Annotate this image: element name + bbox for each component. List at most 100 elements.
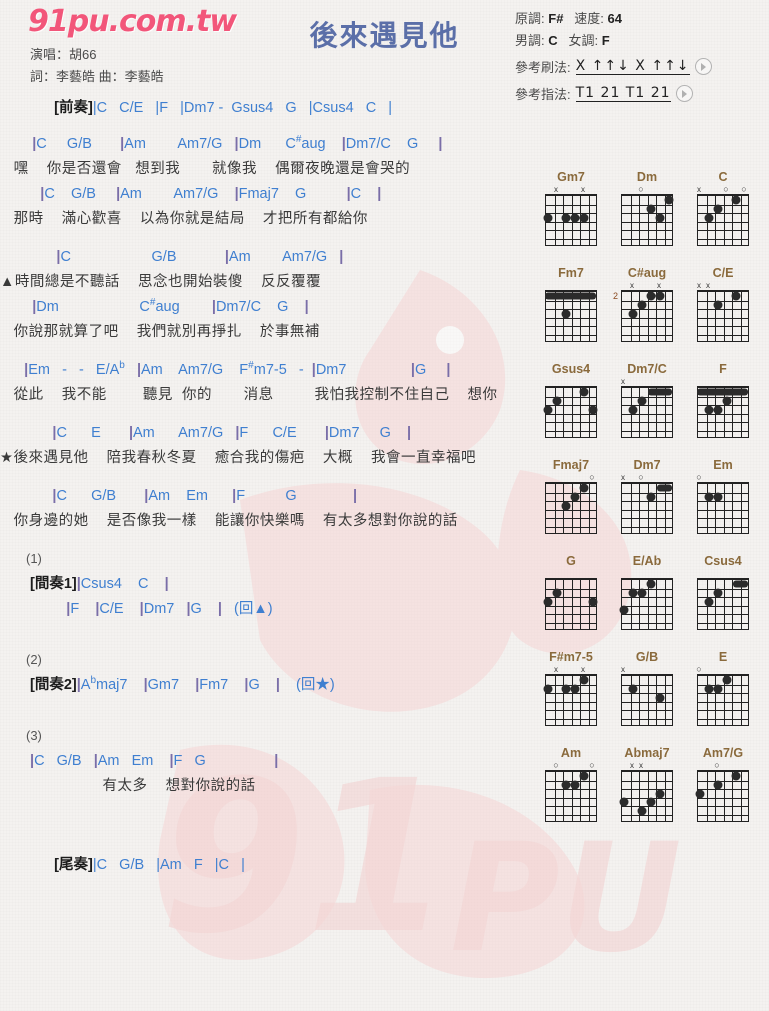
fret-grid <box>621 386 673 438</box>
chord-name: Gm7 <box>557 170 585 184</box>
chord-diagram-fmaj7[interactable]: Fmaj7 ○ <box>536 458 606 535</box>
fret-grid: 2 <box>613 290 673 342</box>
fretboard-diagram: x <box>618 665 676 727</box>
chord-diagram-csus4[interactable]: Csus4 <box>688 554 758 631</box>
strum-pattern-row: 參考刷法: X ↑↑↓ X ↑↑↓ <box>515 57 755 76</box>
female-key-label: 女調: <box>568 33 599 48</box>
lyric-line: ★後來遇見他 陪我春秋冬夏 癒合我的傷疤 大概 我會一直幸福吧 <box>0 450 476 466</box>
chord-diagram-fm7[interactable]: Fm7 <box>536 266 606 343</box>
chord-line: |Em - - E/Ab |Am Am7/G F#m7-5 - |Dm7 |G … <box>24 360 451 378</box>
finger-dot <box>561 309 571 318</box>
chord-diagram-gsus4[interactable]: Gsus4 <box>536 362 606 439</box>
finger-dot <box>722 396 732 406</box>
chord-line: |C G/B |Am Am7/G |Dm C#aug |Dm7/C G | <box>32 134 443 152</box>
string-markers <box>694 569 752 578</box>
finger-dot <box>646 579 656 589</box>
finger-dot <box>731 291 741 301</box>
finger-dot <box>628 684 638 694</box>
finger-dot <box>561 213 571 222</box>
open-string-icon: ○ <box>696 472 702 482</box>
finger-dot <box>570 780 580 790</box>
play-icon[interactable] <box>675 85 693 102</box>
string-markers: xx <box>618 761 676 770</box>
chord-name: C <box>718 170 728 184</box>
chord-diagram-e[interactable]: E ○ <box>688 650 758 727</box>
lyric-line: 你身邊的她 是否像我一樣 能讓你快樂嗎 有太多想對你說的話 <box>0 513 458 529</box>
muted-string-icon: x <box>706 281 710 290</box>
muted-string-icon: x <box>621 377 625 386</box>
finger-dot <box>713 405 723 414</box>
chord-name: Abmaj7 <box>624 746 670 760</box>
fretboard-diagram: xx <box>542 185 600 247</box>
open-string-icon: ○ <box>696 664 702 674</box>
muted-string-icon: x <box>697 281 701 290</box>
chord-diagram-f[interactable]: F <box>688 362 758 439</box>
fret-grid <box>621 194 674 246</box>
string-markers <box>694 377 752 386</box>
fret-grid <box>543 386 598 438</box>
chord-name: Csus4 <box>704 554 742 568</box>
finger-dot <box>588 405 598 414</box>
chord-diagram-g-b[interactable]: G/B x <box>612 650 682 727</box>
finger-dot <box>655 291 665 301</box>
section-chord-line: [間奏2]|Abmaj7 |Gm7 |Fm7 |G | (回★) <box>30 675 335 693</box>
open-string-icon: ○ <box>714 760 720 770</box>
fret-grid <box>619 578 673 630</box>
finger-dot <box>655 693 665 702</box>
chord-name: Am7/G <box>702 746 744 760</box>
finger-dot <box>713 780 723 790</box>
finger-dot <box>570 213 580 222</box>
string-markers: ○ <box>694 665 752 674</box>
finger-dot <box>704 213 714 222</box>
male-key-value: C <box>548 33 558 48</box>
fret-grid <box>545 482 597 534</box>
chord-diagram-am[interactable]: Am ○ ○ <box>536 746 606 823</box>
play-icon[interactable] <box>694 58 712 75</box>
finger-dot <box>722 675 732 685</box>
section-number: (2) <box>26 652 42 667</box>
finger-dot <box>570 492 580 502</box>
chord-diagram-c-aug[interactable]: C#aug x x 2 <box>612 266 682 343</box>
chord-diagram-c[interactable]: Cx ○ ○ <box>688 170 758 247</box>
outro-chords: |C G/B |Am F |C | <box>92 856 245 873</box>
chord-diagram-dm7[interactable]: Dm7 x ○ <box>612 458 682 535</box>
string-markers: x ○ <box>618 473 676 483</box>
chord-diagram-grid: Gm7 x x Dm ○ Cx ○ ○ Fm7 C#aug x x 2 C/E x x Gsus4 Dm7/C x F… <box>533 170 765 842</box>
fretboard-diagram: xx <box>618 761 676 823</box>
finger-dot <box>570 684 580 694</box>
string-markers: xx <box>542 185 600 194</box>
chord-name: E <box>718 650 728 664</box>
muted-string-icon: x <box>639 761 643 770</box>
fret-grid <box>697 386 749 438</box>
barre-bar <box>545 292 596 300</box>
chord-diagram-g[interactable]: G <box>536 554 606 631</box>
fret-grid <box>619 770 673 822</box>
section-lyric-line: 有太多 想對你說的話 <box>30 778 256 794</box>
chord-diagram-gm7[interactable]: Gm7 x x <box>536 170 606 247</box>
fretboard-diagram: ○ <box>694 761 752 823</box>
fretboard-diagram: ○ <box>618 185 676 247</box>
chord-diagram-c-e[interactable]: C/E x x <box>688 266 758 343</box>
chord-name: Gsus4 <box>551 362 591 376</box>
chord-diagram-em[interactable]: Em ○ <box>688 458 758 535</box>
chord-name: Dm7/C <box>627 362 667 376</box>
chord-diagram-dm7-c[interactable]: Dm7/C x <box>612 362 682 439</box>
intro-tag: [前奏] <box>54 99 93 116</box>
chord-diagram-e-ab[interactable]: E/Ab <box>612 554 682 631</box>
chord-diagram-abmaj7[interactable]: Abmaj7 x x <box>612 746 682 823</box>
chord-diagram-f-m7-5[interactable]: F#m7-5 x x <box>536 650 606 727</box>
chord-diagram-dm[interactable]: Dm ○ <box>612 170 682 247</box>
intro-chords: |C C/E |F |Dm7 - Gsus4 G |Csus4 C | <box>92 99 393 116</box>
finger-dot <box>543 684 553 694</box>
fret-grid <box>543 578 598 630</box>
chord-diagram-am7-g[interactable]: Am7/G ○ <box>688 746 758 823</box>
finger-dot <box>579 483 589 493</box>
fret-grid <box>697 290 749 342</box>
female-key-value: F <box>601 33 610 48</box>
lyric-line: ▲時間總是不聽話 思念也開始裝傻 反反覆覆 <box>0 274 322 290</box>
chord-line: |C E |Am Am7/G |F C/E |Dm7 G | <box>52 425 412 441</box>
chord-name: G/B <box>635 650 659 664</box>
fretboard-diagram <box>542 281 600 343</box>
chord-name: Fm7 <box>558 266 584 280</box>
fret-grid <box>545 290 597 342</box>
